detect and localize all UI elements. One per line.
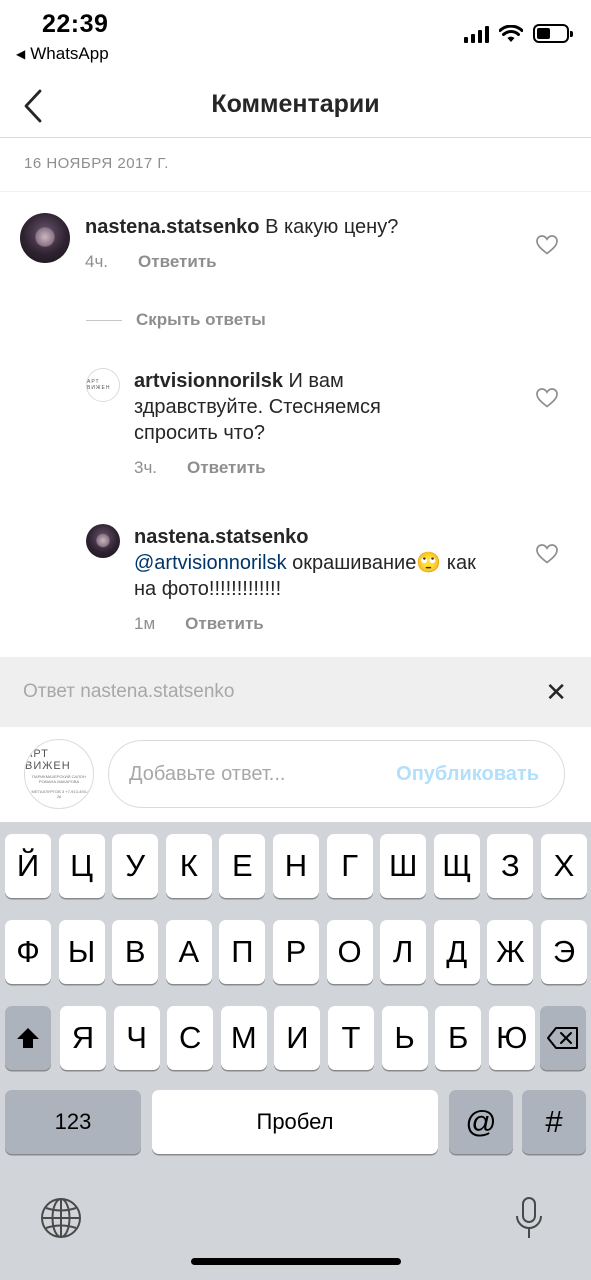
numbers-key[interactable]: 123 (5, 1090, 141, 1154)
status-bar: 22:39 ◀ WhatsApp (0, 0, 591, 76)
header: Комментарии (0, 76, 591, 138)
heart-icon[interactable] (536, 388, 558, 408)
brand-avatar-name: АРТ ВИЖЕН (25, 748, 71, 773)
replying-to-banner: Ответ nastena.statsenko ✕ (0, 657, 591, 727)
comment-username[interactable]: nastena.statsenko (85, 216, 260, 238)
key-2-8[interactable]: Л (380, 920, 427, 984)
heart-icon[interactable] (536, 235, 558, 255)
key-2-1[interactable]: Ф (5, 920, 51, 984)
divider (86, 319, 122, 321)
reply-comment: nastena.statsenko @artvisionnorilsk окра… (134, 524, 479, 634)
key-1-6[interactable]: Н (273, 834, 319, 898)
reply-input-placeholder: Добавьте ответ... (129, 763, 286, 785)
avatar[interactable] (20, 213, 70, 263)
key-2-7[interactable]: О (326, 920, 373, 984)
key-2-4[interactable]: А (165, 920, 212, 984)
space-key[interactable]: Пробел (152, 1090, 438, 1154)
key-2-2[interactable]: Ы (58, 920, 105, 984)
comment-text: nastena.statsenko В какую цену? (85, 214, 505, 240)
reply-input[interactable]: Добавьте ответ... Опубликовать (108, 740, 565, 808)
key-1-3[interactable]: У (112, 834, 159, 898)
key-1-10[interactable]: З (487, 834, 534, 898)
brand-avatar-sub: ПАРИКМАХЕРСКИЙ САЛОН РОМАНА МАКАРОВА (32, 774, 86, 785)
home-indicator (191, 1258, 401, 1265)
key-1-8[interactable]: Ш (380, 834, 427, 898)
close-icon[interactable]: ✕ (545, 677, 567, 708)
hide-replies-label: Скрыть ответы (136, 310, 266, 329)
back-triangle-icon: ◀ (16, 47, 26, 61)
key-1-4[interactable]: К (165, 834, 212, 898)
comment-body: В какую цену? (259, 216, 399, 238)
heart-icon[interactable] (536, 544, 558, 564)
brand-avatar-name: АРТ ВИЖЕН (87, 379, 111, 391)
key-1-1[interactable]: Й (5, 834, 51, 898)
reply-comment: artvisionnorilsk И вам здравствуйте. Сте… (134, 368, 434, 478)
key-1-7[interactable]: Г (326, 834, 373, 898)
comment-text: artvisionnorilsk И вам здравствуйте. Сте… (134, 368, 434, 446)
comment: nastena.statsenko В какую цену? 4ч. Отве… (85, 214, 505, 272)
avatar: АРТ ВИЖЕН ПАРИКМАХЕРСКИЙ САЛОН РОМАНА МА… (24, 739, 94, 809)
signal-icon (464, 25, 489, 43)
microphone-icon[interactable] (514, 1196, 544, 1240)
comment-time: 4ч. (85, 252, 109, 271)
globe-icon[interactable] (40, 1197, 82, 1239)
comment-username[interactable]: nastena.statsenko (134, 526, 309, 548)
key-3-3[interactable]: С (167, 1006, 214, 1070)
key-3-2[interactable]: Ч (113, 1006, 160, 1070)
compose-bar: АРТ ВИЖЕН ПАРИКМАХЕРСКИЙ САЛОН РОМАНА МА… (0, 727, 591, 822)
backspace-key[interactable] (540, 1006, 586, 1070)
reply-button[interactable]: Ответить (138, 252, 217, 272)
post-date-row: 16 НОЯБРЯ 2017 Г. (0, 139, 591, 192)
key-1-9[interactable]: Щ (433, 834, 480, 898)
key-1-11[interactable]: Х (541, 834, 587, 898)
key-1-2[interactable]: Ц (58, 834, 105, 898)
shift-icon (17, 1028, 39, 1048)
key-2-10[interactable]: Ж (487, 920, 534, 984)
reply-button[interactable]: Ответить (187, 458, 266, 478)
key-3-8[interactable]: Б (435, 1006, 482, 1070)
key-3-5[interactable]: И (274, 1006, 321, 1070)
comment-username[interactable]: artvisionnorilsk (134, 370, 283, 392)
wifi-icon (499, 24, 523, 42)
shift-key[interactable] (5, 1006, 51, 1070)
page-title: Комментарии (211, 90, 380, 118)
mention-link[interactable]: @artvisionnorilsk (134, 552, 287, 574)
avatar[interactable] (86, 524, 120, 558)
hash-key[interactable]: # (522, 1090, 586, 1154)
backspace-icon (547, 1027, 578, 1049)
key-3-1[interactable]: Я (60, 1006, 106, 1070)
key-1-5[interactable]: Е (219, 834, 266, 898)
key-3-9[interactable]: Ю (488, 1006, 535, 1070)
key-2-6[interactable]: Р (273, 920, 319, 984)
keyboard: 123 Пробел @ # ЙЦУКЕНГШЩЗХ ФЫВАПРОЛДЖЭ ЯЧС… (0, 822, 591, 1280)
hide-replies-button[interactable]: Скрыть ответы (86, 310, 266, 330)
avatar[interactable]: АРТ ВИЖЕН (86, 368, 120, 402)
replying-to-label: Ответ nastena.statsenko (23, 681, 235, 702)
reply-button[interactable]: Ответить (185, 614, 264, 634)
post-date: 16 НОЯБРЯ 2017 Г. (24, 155, 169, 172)
back-app-label: WhatsApp (30, 44, 109, 63)
key-3-6[interactable]: Т (328, 1006, 374, 1070)
key-2-11[interactable]: Э (541, 920, 587, 984)
key-3-7[interactable]: Ь (381, 1006, 428, 1070)
key-2-5[interactable]: П (219, 920, 266, 984)
key-3-4[interactable]: М (220, 1006, 267, 1070)
battery-icon (533, 24, 573, 43)
brand-avatar-address: ул. МЕТАЛЛУРГОВ 3 +7-913-493-49-26 (25, 789, 93, 799)
comment-text: nastena.statsenko @artvisionnorilsk окра… (134, 524, 479, 602)
key-2-3[interactable]: В (112, 920, 159, 984)
comment-time: 1м (134, 614, 156, 633)
status-time: 22:39 (42, 10, 109, 38)
comment-time: 3ч. (134, 458, 158, 477)
back-to-app[interactable]: ◀ WhatsApp (16, 44, 109, 64)
key-2-9[interactable]: Д (433, 920, 480, 984)
publish-button[interactable]: Опубликовать (396, 763, 539, 786)
at-key[interactable]: @ (449, 1090, 513, 1154)
